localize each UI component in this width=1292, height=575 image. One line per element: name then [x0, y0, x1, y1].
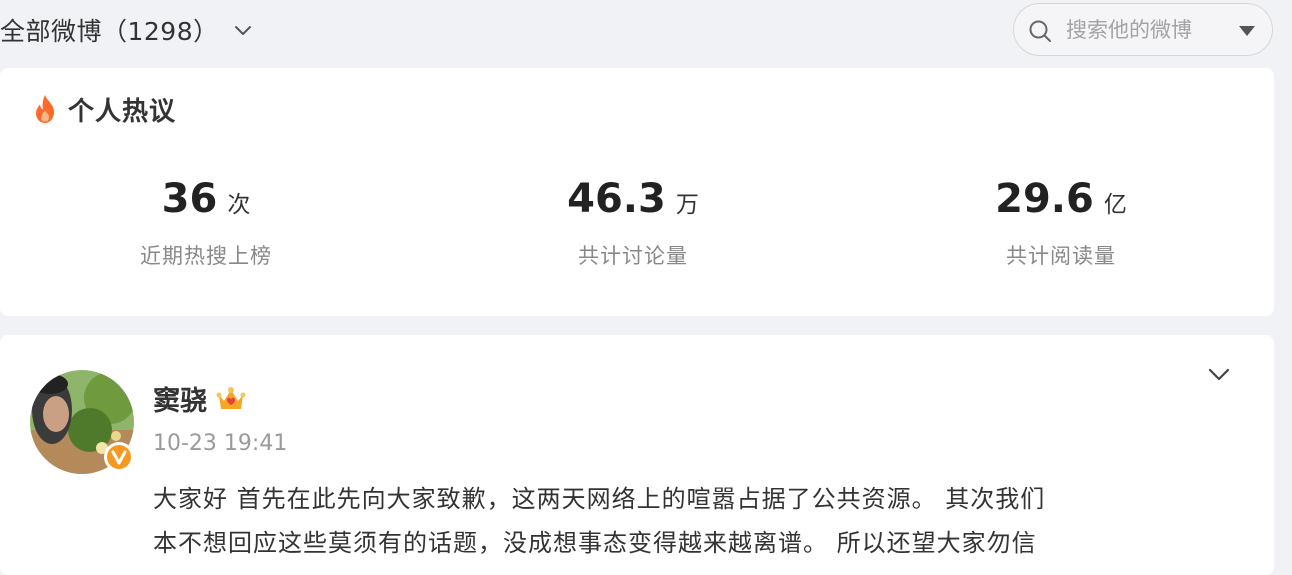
stat-label: 共计讨论量 [578, 244, 688, 268]
search-input[interactable] [1064, 12, 1228, 48]
post-timestamp[interactable]: 10-23 19:41 [153, 431, 287, 456]
post-text-line: 大家好 首先在此先向大家致歉，这两天网络上的喧嚣占据了公共资源。 其次我们 [153, 485, 1046, 513]
author-row: 窦骁 [153, 379, 247, 417]
chevron-down-icon [234, 26, 251, 35]
stat-value: 46.3 [567, 176, 666, 222]
search-box[interactable] [1013, 3, 1273, 56]
filter-label: 全部微博（1298） [0, 17, 219, 46]
stat-hot-search: 36 次 近期热搜上榜 [76, 176, 336, 270]
caret-down-icon[interactable] [1238, 25, 1256, 37]
stat-discussion: 46.3 万 共计讨论量 [503, 176, 763, 270]
stat-value: 29.6 [995, 176, 1094, 222]
stat-unit: 万 [675, 192, 699, 218]
stat-unit: 次 [227, 192, 251, 218]
personal-discussion-card: 个人热议 36 次 近期热搜上榜 46.3 万 共计讨论量 29.6 亿 共计阅… [0, 68, 1274, 316]
weibo-filter-dropdown[interactable]: 全部微博（1298） [0, 12, 253, 48]
stat-label: 共计阅读量 [1006, 244, 1116, 268]
fire-icon [36, 95, 54, 123]
stats-header: 个人热议 [32, 92, 177, 127]
post-text: 大家好 首先在此先向大家致歉，这两天网络上的喧嚣占据了公共资源。 其次我们 本不… [153, 477, 1233, 565]
top-bar: 全部微博（1298） [0, 0, 1292, 62]
verified-badge [104, 442, 134, 472]
chevron-down-icon[interactable] [1206, 365, 1232, 385]
stat-unit: 亿 [1103, 192, 1127, 218]
stat-value: 36 [161, 176, 218, 222]
post-text-line: 本不想回应这些莫须有的话题，没成想事态变得越来越离谱。 所以还望大家勿信 [153, 529, 1037, 557]
stat-reads: 29.6 亿 共计阅读量 [931, 176, 1191, 270]
member-crown-icon[interactable] [215, 383, 247, 413]
stats-title: 个人热议 [68, 96, 177, 127]
weibo-post-card: 窦骁 10-23 19:41 大家好 首先在此先向大家致歉，这两天网络上的喧嚣占… [0, 335, 1274, 575]
search-icon [1029, 20, 1051, 42]
verified-v-icon [105, 443, 133, 471]
author-name[interactable]: 窦骁 [153, 379, 207, 418]
stat-label: 近期热搜上榜 [140, 244, 272, 268]
